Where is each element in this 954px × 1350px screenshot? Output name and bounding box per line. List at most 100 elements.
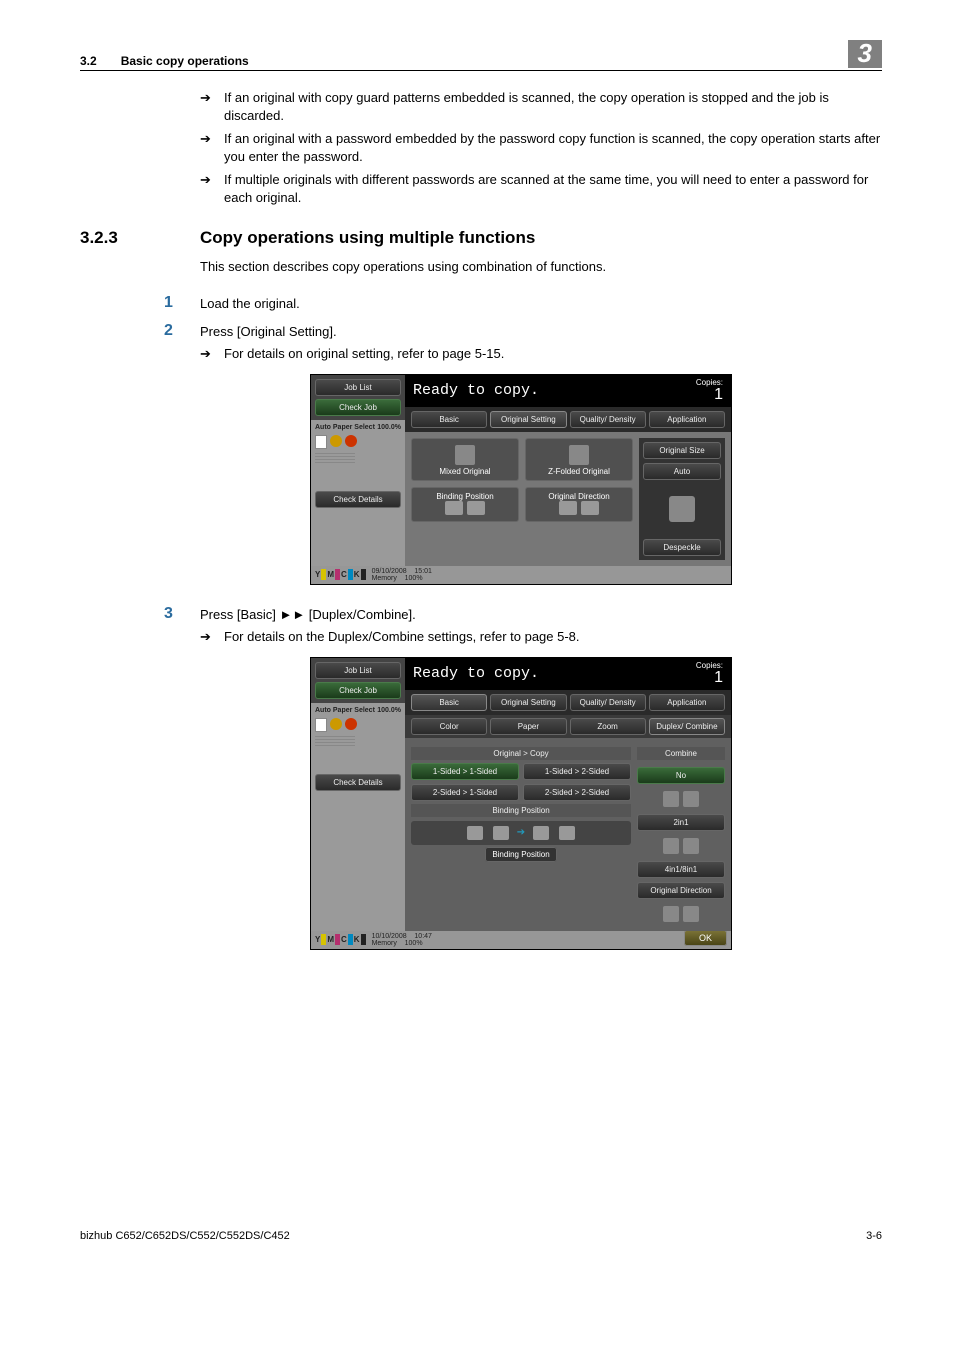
subtab-zoom[interactable]: Zoom (570, 718, 646, 735)
footer-time: 15:01 (414, 568, 432, 575)
status-dot-icon (330, 718, 342, 730)
arrow-right-icon: ➔ (517, 827, 525, 838)
original-size-button[interactable]: Original Size (643, 442, 721, 459)
bullet-text: If an original with copy guard patterns … (224, 89, 882, 124)
duplex-2s-2s-button[interactable]: 2-Sided > 2-Sided (523, 784, 631, 801)
despeckle-button[interactable]: Despeckle (643, 539, 721, 556)
footer-memory-pct: 100% (405, 575, 423, 582)
combine-2in1-button[interactable]: 2in1 (637, 814, 725, 831)
tab-quality-density[interactable]: Quality/ Density (570, 411, 646, 428)
despeckle-icon (669, 496, 695, 522)
job-list-button[interactable]: Job List (315, 379, 401, 396)
sub-bullet-text: For details on original setting, refer t… (224, 346, 504, 362)
page-icon (315, 718, 327, 732)
auto-button[interactable]: Auto (643, 463, 721, 480)
combine-icon (683, 838, 699, 854)
arrow-icon: ➔ (200, 130, 224, 148)
binding-icon (493, 826, 509, 840)
arrow-icon: ➔ (200, 346, 224, 362)
combine-icon (683, 791, 699, 807)
zoom-percent: 100.0% (377, 424, 401, 431)
binding-icon (445, 501, 463, 515)
intro-text: This section describes copy operations u… (200, 258, 882, 276)
direction-icon (559, 501, 577, 515)
footer-time: 10:47 (414, 933, 432, 940)
status-dot-icon (345, 718, 357, 730)
tab-original-setting[interactable]: Original Setting (490, 694, 566, 711)
subtab-duplex-combine[interactable]: Duplex/ Combine (649, 718, 725, 735)
binding-position-button[interactable]: Binding Position (411, 487, 519, 522)
check-details-button[interactable]: Check Details (315, 774, 401, 791)
tab-application[interactable]: Application (649, 694, 725, 711)
binding-icon (533, 826, 549, 840)
footer-model: bizhub C652/C652DS/C552/C552DS/C452 (80, 1230, 290, 1242)
status-dot-icon (330, 435, 342, 447)
status-title: Ready to copy. (413, 665, 539, 682)
combine-icon (663, 838, 679, 854)
original-copy-label: Original > Copy (411, 747, 631, 760)
step-number: 2 (164, 322, 200, 340)
auto-paper-label: Auto Paper Select (315, 424, 375, 431)
page-icon (315, 435, 327, 449)
auto-paper-label: Auto Paper Select (315, 707, 375, 714)
job-list-button[interactable]: Job List (315, 662, 401, 679)
original-direction-button[interactable]: Original Direction (525, 487, 633, 522)
arrow-icon: ➔ (200, 171, 224, 189)
arrow-icon: ➔ (200, 629, 224, 645)
copies-count: 1 (714, 669, 723, 686)
mixed-original-button[interactable]: Mixed Original (411, 438, 519, 481)
mixed-original-icon (455, 445, 475, 465)
tab-basic[interactable]: Basic (411, 411, 487, 428)
bullet-text: If multiple originals with different pas… (224, 171, 882, 206)
tab-original-setting[interactable]: Original Setting (490, 411, 566, 428)
ok-button[interactable]: OK (684, 930, 727, 946)
copies-count: 1 (714, 386, 723, 403)
tab-basic[interactable]: Basic (411, 694, 487, 711)
heading-title: Copy operations using multiple functions (200, 228, 535, 248)
sub-bullet-text: For details on the Duplex/Combine settin… (224, 629, 580, 645)
bullet-text: If an original with a password embedded … (224, 130, 882, 165)
duplex-1s-1s-button[interactable]: 1-Sided > 1-Sided (411, 763, 519, 780)
tab-quality-density[interactable]: Quality/ Density (570, 694, 646, 711)
combine-4in1-8in1-button[interactable]: 4in1/8in1 (637, 861, 725, 878)
z-folded-icon (569, 445, 589, 465)
combine-no-button[interactable]: No (637, 767, 725, 784)
z-folded-original-button[interactable]: Z-Folded Original (525, 438, 633, 481)
arrow-icon: ➔ (200, 89, 224, 107)
status-dot-icon (345, 435, 357, 447)
footer-memory-pct: 100% (405, 940, 423, 947)
chapter-number: 3 (848, 40, 882, 68)
check-job-button[interactable]: Check Job (315, 399, 401, 416)
binding-position-label: Binding Position (411, 804, 631, 817)
binding-icon (467, 826, 483, 840)
footer-date: 10/10/2008 (372, 933, 407, 940)
subtab-color[interactable]: Color (411, 718, 487, 735)
combine-label: Combine (637, 747, 725, 760)
binding-icon (467, 501, 485, 515)
footer-memory-label: Memory (372, 940, 397, 947)
zoom-percent: 100.0% (377, 707, 401, 714)
section-number: 3.2 (80, 54, 97, 68)
combine-icon (663, 791, 679, 807)
step-number: 3 (164, 605, 200, 623)
direction-icon (683, 906, 699, 922)
step-text: Load the original. (200, 294, 882, 311)
step-number: 1 (164, 294, 200, 312)
subtab-paper[interactable]: Paper (490, 718, 566, 735)
status-title: Ready to copy. (413, 382, 539, 399)
footer-memory-label: Memory (372, 575, 397, 582)
screenshot-original-setting: Job List Check Job Auto Paper Select100.… (310, 374, 732, 585)
section-title: Basic copy operations (121, 54, 848, 68)
duplex-1s-2s-button[interactable]: 1-Sided > 2-Sided (523, 763, 631, 780)
screenshot-duplex-combine: Job List Check Job Auto Paper Select100.… (310, 657, 732, 950)
binding-position-button[interactable]: Binding Position (485, 847, 556, 862)
original-direction-button[interactable]: Original Direction (637, 882, 725, 899)
binding-icon (559, 826, 575, 840)
check-job-button[interactable]: Check Job (315, 682, 401, 699)
duplex-2s-1s-button[interactable]: 2-Sided > 1-Sided (411, 784, 519, 801)
heading-number: 3.2.3 (80, 228, 200, 248)
tab-application[interactable]: Application (649, 411, 725, 428)
step-text: Press [Basic] ►► [Duplex/Combine]. (200, 605, 882, 622)
check-details-button[interactable]: Check Details (315, 491, 401, 508)
direction-icon (581, 501, 599, 515)
